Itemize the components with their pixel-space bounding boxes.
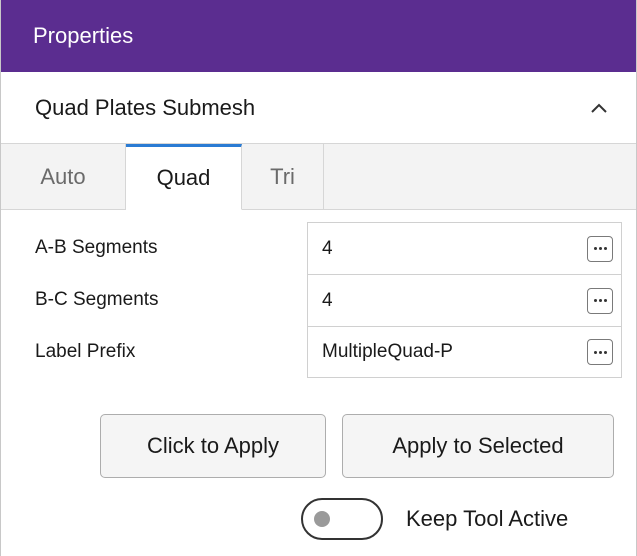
click-to-apply-button[interactable]: Click to Apply	[100, 414, 326, 478]
ellipsis-button-icon[interactable]	[587, 287, 613, 314]
toggle-knob	[314, 511, 330, 527]
property-label: Label Prefix	[35, 341, 136, 362]
property-value: 4	[322, 237, 333, 259]
property-label: A-B Segments	[35, 237, 158, 258]
apply-to-selected-button[interactable]: Apply to Selected	[342, 414, 614, 478]
panel-header: Properties	[1, 0, 636, 72]
property-value: 4	[322, 289, 333, 311]
section-title: Quad Plates Submesh	[35, 94, 256, 120]
ellipsis-button-icon[interactable]	[587, 339, 613, 365]
tab-tri[interactable]: Tri	[242, 144, 324, 209]
section-header[interactable]: Quad Plates Submesh	[1, 72, 636, 144]
property-grid: A-B Segments 4 B-C Segments 4 Label Pref…	[25, 222, 622, 378]
property-value: MultipleQuad-P	[322, 341, 453, 362]
tab-auto[interactable]: Auto	[1, 144, 126, 209]
property-row-bc-segments: B-C Segments 4	[25, 274, 622, 326]
panel-title: Properties	[33, 23, 134, 48]
label-prefix-field[interactable]: MultipleQuad-P	[307, 326, 622, 378]
bc-segments-field[interactable]: 4	[307, 274, 622, 326]
properties-panel: Properties Quad Plates Submesh Auto Quad…	[0, 0, 637, 556]
keep-tool-active-control: Keep Tool Active	[301, 498, 568, 540]
toggle-label: Keep Tool Active	[406, 506, 569, 531]
ab-segments-field[interactable]: 4	[307, 222, 622, 274]
ellipsis-button-icon[interactable]	[587, 235, 613, 262]
property-row-ab-segments: A-B Segments 4	[25, 222, 622, 274]
property-label: B-C Segments	[35, 289, 159, 310]
tab-quad[interactable]: Quad	[126, 144, 242, 210]
property-row-label-prefix: Label Prefix MultipleQuad-P	[25, 326, 622, 378]
tab-bar: Auto Quad Tri	[1, 144, 636, 210]
keep-tool-active-toggle[interactable]	[301, 498, 383, 540]
chevron-up-icon[interactable]	[588, 97, 610, 119]
